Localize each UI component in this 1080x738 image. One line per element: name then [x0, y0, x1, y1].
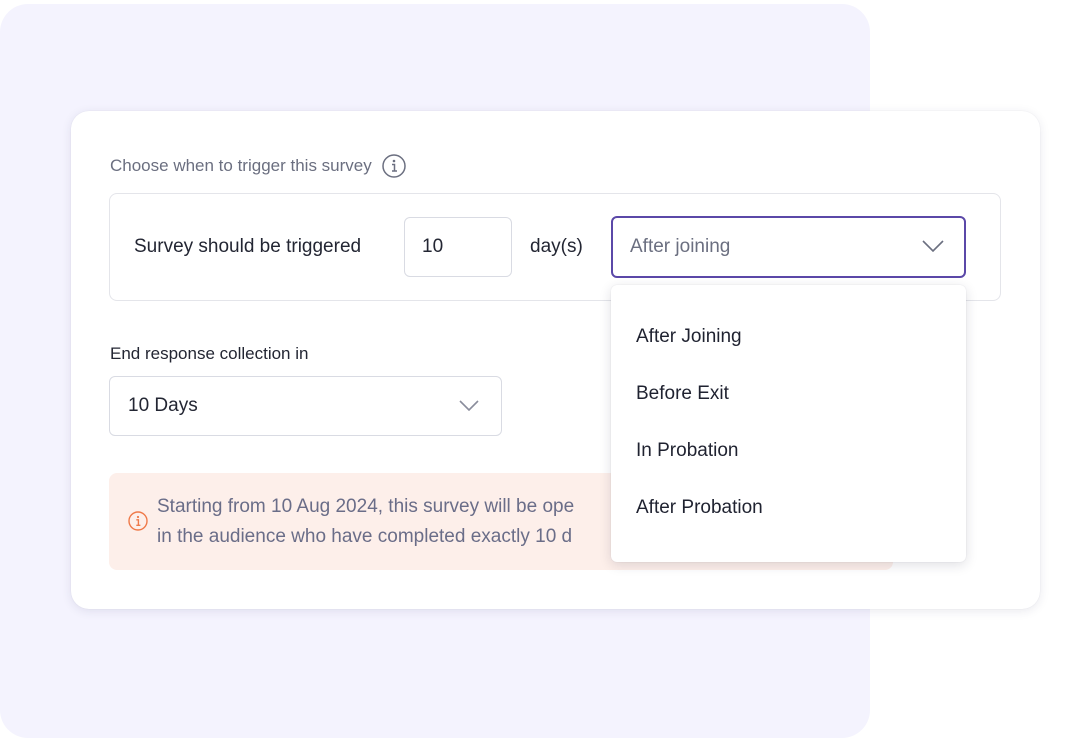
end-collection-label: End response collection in [110, 344, 309, 363]
trigger-sentence-label: Survey should be triggered [134, 236, 362, 257]
trigger-section-header: Choose when to trigger this survey [110, 154, 406, 178]
days-count-input[interactable] [404, 217, 512, 277]
end-collection-value: 10 Days [128, 395, 198, 416]
trigger-section-label: Choose when to trigger this survey [110, 156, 372, 175]
notice-text: Starting from 10 Aug 2024, this survey w… [157, 492, 617, 552]
end-collection-select[interactable]: 10 Days [109, 376, 502, 436]
days-unit-label: day(s) [530, 236, 583, 257]
trigger-timing-select[interactable]: After joining [611, 216, 966, 278]
trigger-timing-value: After joining [630, 236, 731, 257]
dropdown-option-in-probation[interactable]: In Probation [611, 429, 966, 473]
info-icon [128, 511, 148, 531]
chevron-down-icon [922, 236, 944, 258]
dropdown-option-after-probation[interactable]: After Probation [611, 486, 966, 530]
notice-line-2: in the audience who have completed exact… [157, 526, 573, 547]
trigger-timing-dropdown: After Joining Before Exit In Probation A… [611, 285, 966, 562]
info-icon[interactable] [382, 154, 406, 178]
notice-line-1: Starting from 10 Aug 2024, this survey w… [157, 496, 575, 517]
chevron-down-icon [459, 395, 479, 417]
dropdown-option-after-joining[interactable]: After Joining [611, 315, 966, 359]
dropdown-option-before-exit[interactable]: Before Exit [611, 372, 966, 416]
